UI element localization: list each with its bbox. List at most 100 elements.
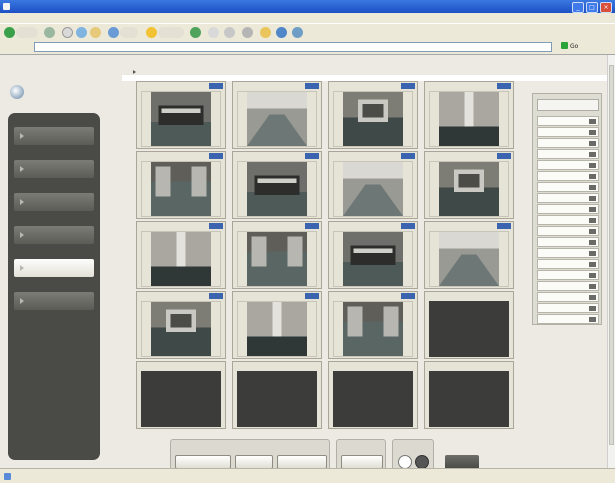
camera-feed-image [247, 302, 307, 356]
stop-icon[interactable] [62, 27, 73, 38]
minimize-button[interactable]: _ [572, 2, 584, 13]
camera-tile[interactable] [328, 151, 418, 219]
tools-icon[interactable] [292, 27, 303, 38]
camera-feed[interactable] [429, 161, 509, 217]
camera-feed[interactable] [237, 91, 317, 147]
camera-tile[interactable] [136, 361, 226, 429]
gate-list-item[interactable] [537, 160, 599, 170]
camera-tile[interactable] [328, 291, 418, 359]
camera-tile[interactable] [328, 221, 418, 289]
home-icon[interactable] [90, 27, 101, 38]
history-icon[interactable] [190, 27, 201, 38]
camera-feed[interactable] [237, 301, 317, 357]
camera-tile[interactable] [232, 291, 322, 359]
gate-list-item[interactable] [537, 204, 599, 214]
camera-tile[interactable] [232, 151, 322, 219]
gate-list-item[interactable] [537, 182, 599, 192]
camera-feed[interactable] [429, 91, 509, 147]
gate-list-item[interactable] [537, 226, 599, 236]
all-stop-button[interactable] [235, 455, 273, 469]
menu-tools[interactable] [118, 14, 142, 22]
all-auto-button[interactable] [341, 455, 383, 469]
menu-favorites[interactable] [82, 14, 114, 22]
gate-list-item[interactable] [537, 270, 599, 280]
camera-tile[interactable] [136, 291, 226, 359]
camera-label [331, 83, 401, 90]
camera-tile[interactable] [424, 151, 514, 219]
maximize-button[interactable]: □ [586, 2, 598, 13]
mail-icon[interactable] [208, 27, 219, 38]
gate-list-item[interactable] [537, 292, 599, 302]
gate-list-item[interactable] [537, 314, 599, 324]
back-button[interactable] [16, 27, 38, 38]
camera-tile[interactable] [424, 361, 514, 429]
camera-feed[interactable] [429, 231, 509, 287]
camera-feed[interactable] [333, 231, 413, 287]
camera-feed[interactable] [333, 161, 413, 217]
camera-tile[interactable] [424, 221, 514, 289]
light-off-toggle[interactable] [415, 455, 429, 469]
camera-feed[interactable] [141, 91, 221, 147]
links-label[interactable] [592, 43, 612, 51]
camera-status-badge [209, 223, 223, 229]
menu-edit[interactable] [30, 14, 52, 22]
folder-icon[interactable] [260, 27, 271, 38]
nav-item-1[interactable] [14, 127, 94, 145]
menu-file[interactable] [4, 14, 26, 22]
menu-view[interactable] [56, 14, 78, 22]
address-input[interactable] [34, 42, 552, 52]
camera-tile[interactable] [424, 81, 514, 149]
gate-list-item[interactable] [537, 127, 599, 137]
favorites-button[interactable] [158, 27, 184, 38]
camera-feed[interactable] [141, 231, 221, 287]
search-icon[interactable] [108, 27, 119, 38]
refresh-icon[interactable] [76, 27, 87, 38]
gate-list-item[interactable] [537, 193, 599, 203]
scrollbar-thumb[interactable] [609, 65, 614, 445]
search-button[interactable] [120, 27, 138, 38]
menu-help[interactable] [146, 14, 170, 22]
edit-icon[interactable] [242, 27, 253, 38]
camera-tile[interactable] [424, 291, 514, 359]
print-icon[interactable] [224, 27, 235, 38]
forward-icon[interactable] [44, 27, 55, 38]
messenger-icon[interactable] [276, 27, 287, 38]
gate-list-item[interactable] [537, 138, 599, 148]
camera-tile[interactable] [136, 81, 226, 149]
gate-list-item[interactable] [537, 116, 599, 126]
camera-tile[interactable] [232, 361, 322, 429]
nav-item-6[interactable] [14, 292, 94, 310]
camera-feed[interactable] [237, 231, 317, 287]
gate-list-item[interactable] [537, 281, 599, 291]
favorites-icon[interactable] [146, 27, 157, 38]
gate-list-item[interactable] [537, 259, 599, 269]
camera-feed[interactable] [141, 301, 221, 357]
close-button[interactable]: × [600, 2, 612, 13]
camera-feed[interactable] [333, 301, 413, 357]
all-up-button[interactable] [175, 455, 231, 469]
camera-tile[interactable] [328, 361, 418, 429]
camera-tile[interactable] [328, 81, 418, 149]
gate-list-item[interactable] [537, 248, 599, 258]
light-on-toggle[interactable] [398, 455, 412, 469]
go-button[interactable]: Go [561, 42, 587, 52]
gate-list-item[interactable] [537, 215, 599, 225]
nav-item-3[interactable] [14, 193, 94, 211]
camera-feed[interactable] [141, 161, 221, 217]
gate-list-item[interactable] [537, 149, 599, 159]
gate-list-item[interactable] [537, 171, 599, 181]
camera-tile[interactable] [232, 81, 322, 149]
nav-item-5[interactable] [14, 259, 94, 277]
camera-tile[interactable] [136, 151, 226, 219]
camera-tile[interactable] [136, 221, 226, 289]
vertical-scrollbar[interactable] [607, 55, 615, 468]
camera-tile[interactable] [232, 221, 322, 289]
camera-feed[interactable] [237, 161, 317, 217]
nav-item-2[interactable] [14, 160, 94, 178]
gate-list-item[interactable] [537, 303, 599, 313]
gate-list-item[interactable] [537, 237, 599, 247]
camera-feed[interactable] [333, 91, 413, 147]
all-down-button[interactable] [277, 455, 327, 469]
nav-item-4[interactable] [14, 226, 94, 244]
back-icon[interactable] [4, 27, 15, 38]
